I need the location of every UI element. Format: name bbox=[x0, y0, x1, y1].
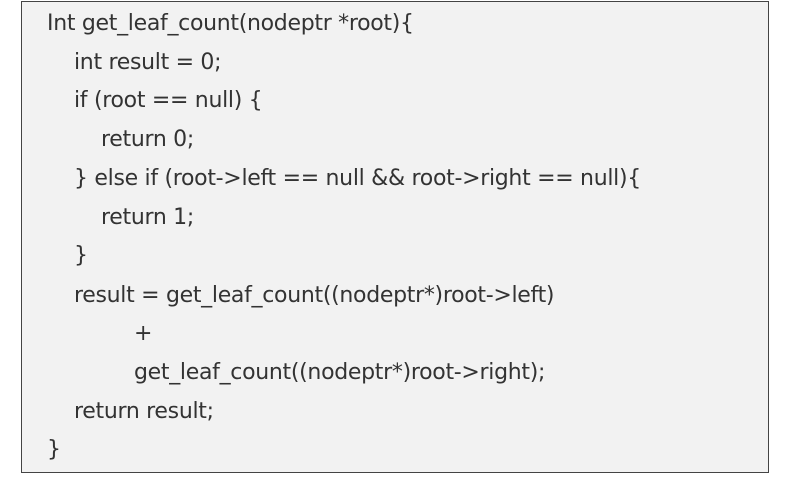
code-line: return 1; bbox=[101, 205, 194, 230]
code-line: int result = 0; bbox=[74, 50, 222, 75]
code-line: get_leaf_count((nodeptr*)root->right); bbox=[134, 360, 546, 385]
code-line: } else if (root->left == null && root->r… bbox=[74, 166, 641, 191]
code-block: Int get_leaf_count(nodeptr *root){ int r… bbox=[21, 1, 769, 473]
code-line: } bbox=[47, 437, 61, 462]
code-line: result = get_leaf_count((nodeptr*)root->… bbox=[74, 283, 555, 308]
code-line: } bbox=[74, 243, 88, 268]
code-line: + bbox=[134, 321, 153, 346]
code-line: if (root == null) { bbox=[74, 88, 263, 113]
code-line: return result; bbox=[74, 399, 214, 424]
code-line: return 0; bbox=[101, 127, 194, 152]
code-line: Int get_leaf_count(nodeptr *root){ bbox=[47, 11, 414, 36]
